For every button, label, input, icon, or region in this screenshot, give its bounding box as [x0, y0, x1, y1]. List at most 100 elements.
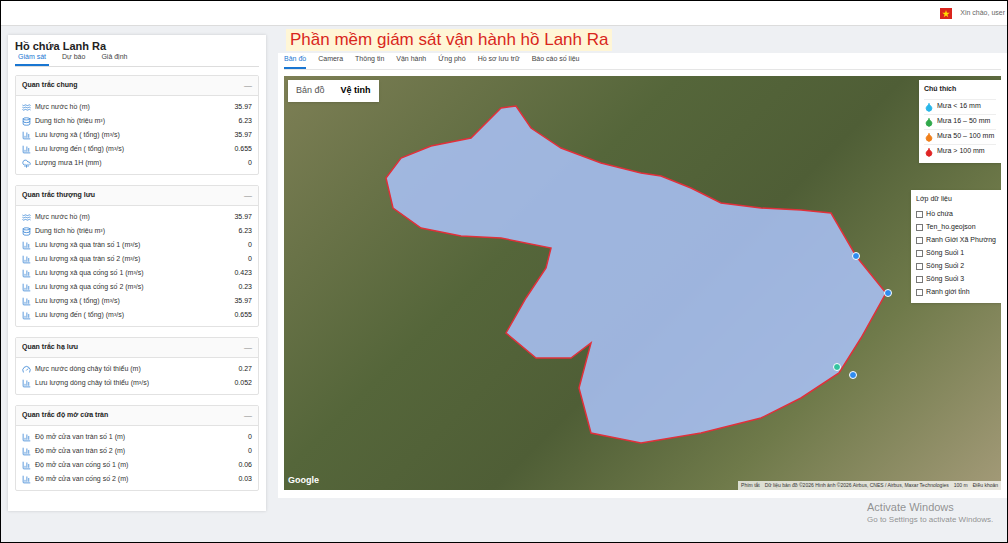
station-pin[interactable] — [852, 252, 860, 260]
station-pin[interactable] — [849, 371, 857, 379]
main-tab[interactable]: Thông tin — [355, 54, 384, 70]
collapse-button[interactable]: — — [244, 342, 252, 354]
app-title: Phần mềm giám sát vận hành hồ Lanh Ra — [286, 29, 612, 51]
sidebar-title: Hồ chứa Lanh Ra — [8, 35, 266, 53]
main-tab[interactable]: Vận hành — [396, 54, 426, 70]
metric-value: 0.052 — [234, 378, 252, 389]
metric-row: Độ mở cửa van tràn số 2 (m)0 — [16, 444, 258, 458]
layer-checkbox[interactable] — [916, 276, 923, 283]
card-header: Quan trắc hạ lưu— — [16, 338, 258, 358]
metric-value: 0.655 — [234, 144, 252, 155]
google-logo: Google — [288, 474, 319, 488]
metric-row: Lưu lượng dòng chảy tối thiểu (m³/s)0.05… — [16, 376, 258, 390]
metric-row: Mực nước dòng chảy tối thiểu (m)0.27 — [16, 362, 258, 376]
monitor-card: Quan trắc hạ lưu— Mực nước dòng chảy tối … — [15, 337, 259, 395]
user-greeting[interactable]: Xin chào, user — [960, 8, 1005, 19]
main-area: Phần mềm giám sát vận hành hồ Lanh Ra Bản… — [278, 27, 1007, 511]
metric-value: 35.97 — [234, 102, 252, 113]
main-tab[interactable]: Báo cáo số liệu — [532, 54, 580, 70]
layer-checkbox[interactable] — [916, 211, 923, 218]
sidebar-tab[interactable]: Dự báo — [59, 52, 88, 67]
metric-icon — [22, 213, 31, 222]
collapse-button[interactable]: — — [244, 80, 252, 92]
legend-item: Mưa 16 – 50 mm — [924, 114, 996, 129]
rain-drop-icon — [924, 102, 934, 112]
layer-checkbox[interactable] — [916, 237, 923, 244]
vietnam-flag-icon[interactable] — [940, 8, 952, 19]
metric-icon — [22, 475, 31, 484]
legend-item: Mưa 50 – 100 mm — [924, 129, 996, 144]
layer-checkbox[interactable] — [916, 263, 923, 270]
layer-item[interactable]: Hồ chứa — [916, 208, 996, 221]
layer-item[interactable]: Ranh giới tỉnh — [916, 286, 996, 299]
main-tab[interactable]: Hồ sơ lưu trữ — [478, 54, 520, 70]
metric-value: 6.23 — [238, 226, 252, 237]
top-bar: Xin chào, user — [1, 1, 1007, 26]
card-header: Quan trắc chung— — [16, 76, 258, 96]
map-attribution: Phím tắtDữ liệu bản đồ ©2026 Hình ảnh ©2… — [738, 481, 1001, 490]
metric-row: Độ mở cửa van tràn số 1 (m)0 — [16, 430, 258, 444]
main-tab[interactable]: Bản đồ — [284, 54, 306, 70]
metric-icon — [22, 103, 31, 112]
metric-row: Lượng mưa 1H (mm)0 — [16, 156, 258, 170]
map[interactable]: Bản đồVệ tinhChú thíchMưa < 16 mmMưa 16 … — [284, 76, 1001, 490]
monitor-card: Quan trắc chung—Mực nước hồ (m)35.97Dung… — [15, 75, 259, 175]
legend-item: Mưa < 16 mm — [924, 99, 996, 114]
layer-item[interactable]: Sông Suối 3 — [916, 273, 996, 286]
main-tabs: Bản đồ Camera Thông tin Vận hành Ứng phó Hồ s… — [284, 53, 1001, 70]
legend-item: Mưa > 100 mm — [924, 144, 996, 159]
collapse-button[interactable]: — — [244, 190, 252, 202]
metric-value: 6.23 — [238, 116, 252, 127]
layer-checkbox[interactable] — [916, 289, 923, 296]
sidebar-tab[interactable]: Giám sát — [15, 52, 49, 67]
collapse-button[interactable]: — — [244, 410, 252, 422]
metric-row: Độ mở cửa van cống số 1 (m)0.06 — [16, 458, 258, 472]
metric-icon — [22, 283, 31, 292]
metric-row: Độ mở cửa van cống số 2 (m)0.03 — [16, 472, 258, 486]
metric-value: 0.03 — [238, 474, 252, 485]
layer-item[interactable]: Ten_ho.geojson — [916, 221, 996, 234]
sidebar-tab[interactable]: Giả định — [98, 52, 130, 67]
metric-icon — [22, 365, 31, 374]
map-type-button[interactable]: Vệ tinh — [333, 80, 379, 102]
lake-polygon-icon[interactable] — [284, 76, 1001, 490]
layer-checkbox[interactable] — [916, 250, 923, 257]
metric-icon — [22, 447, 31, 456]
card-header: Quan trắc thượng lưu— — [16, 186, 258, 206]
metric-value: 0.06 — [238, 460, 252, 471]
metric-icon — [22, 145, 31, 154]
layer-item[interactable]: Ranh Giới Xã Phường — [916, 234, 996, 247]
main-tab[interactable]: Ứng phó — [438, 54, 465, 70]
monitor-card: Quan trắc độ mở cửa tràn—Độ mở cửa van t… — [15, 405, 259, 491]
layer-checkbox[interactable] — [916, 224, 923, 231]
metric-value: 0 — [248, 240, 252, 251]
metric-row: Lưu lượng đến ( tổng) (m³/s)0.655 — [16, 142, 258, 156]
metric-value: 0 — [248, 446, 252, 457]
main-tab[interactable]: Camera — [318, 54, 343, 70]
metric-row: Lưu lượng xả qua tràn số 1 (m³/s)0 — [16, 238, 258, 252]
layer-item[interactable]: Sông Suối 2 — [916, 260, 996, 273]
metric-icon — [22, 461, 31, 470]
metric-value: 35.97 — [234, 296, 252, 307]
metric-icon — [22, 297, 31, 306]
metric-value: 0.23 — [238, 282, 252, 293]
map-type-toggle: Bản đồVệ tinh — [288, 80, 379, 102]
monitor-card: Quan trắc thượng lưu—Mực nước hồ (m)35.9… — [15, 185, 259, 327]
map-type-button[interactable]: Bản đồ — [288, 80, 333, 102]
metric-value: 0 — [248, 254, 252, 265]
station-pin[interactable] — [833, 363, 841, 371]
metric-row: Lưu lượng đến ( tổng) (m³/s)0.655 — [16, 308, 258, 322]
metric-icon — [22, 227, 31, 236]
station-pin[interactable] — [884, 289, 892, 297]
metric-icon — [22, 433, 31, 442]
metric-row: Lưu lượng xả ( tổng) (m³/s)35.97 — [16, 128, 258, 142]
metric-row: Lưu lượng xả qua cống số 1 (m³/s)0.423 — [16, 266, 258, 280]
sidebar-tabs: Giám sát Dự báo Giả định — [15, 53, 259, 67]
metric-value: 35.97 — [234, 212, 252, 223]
metric-row: Mực nước hồ (m)35.97 — [16, 100, 258, 114]
metric-row: Lưu lượng xả ( tổng) (m³/s)35.97 — [16, 294, 258, 308]
layer-item[interactable]: Sông Suối 1 — [916, 247, 996, 260]
metric-row: Lưu lượng xả qua tràn số 2 (m³/s)0 — [16, 252, 258, 266]
metric-icon — [22, 159, 31, 168]
rain-drop-icon — [924, 132, 934, 142]
